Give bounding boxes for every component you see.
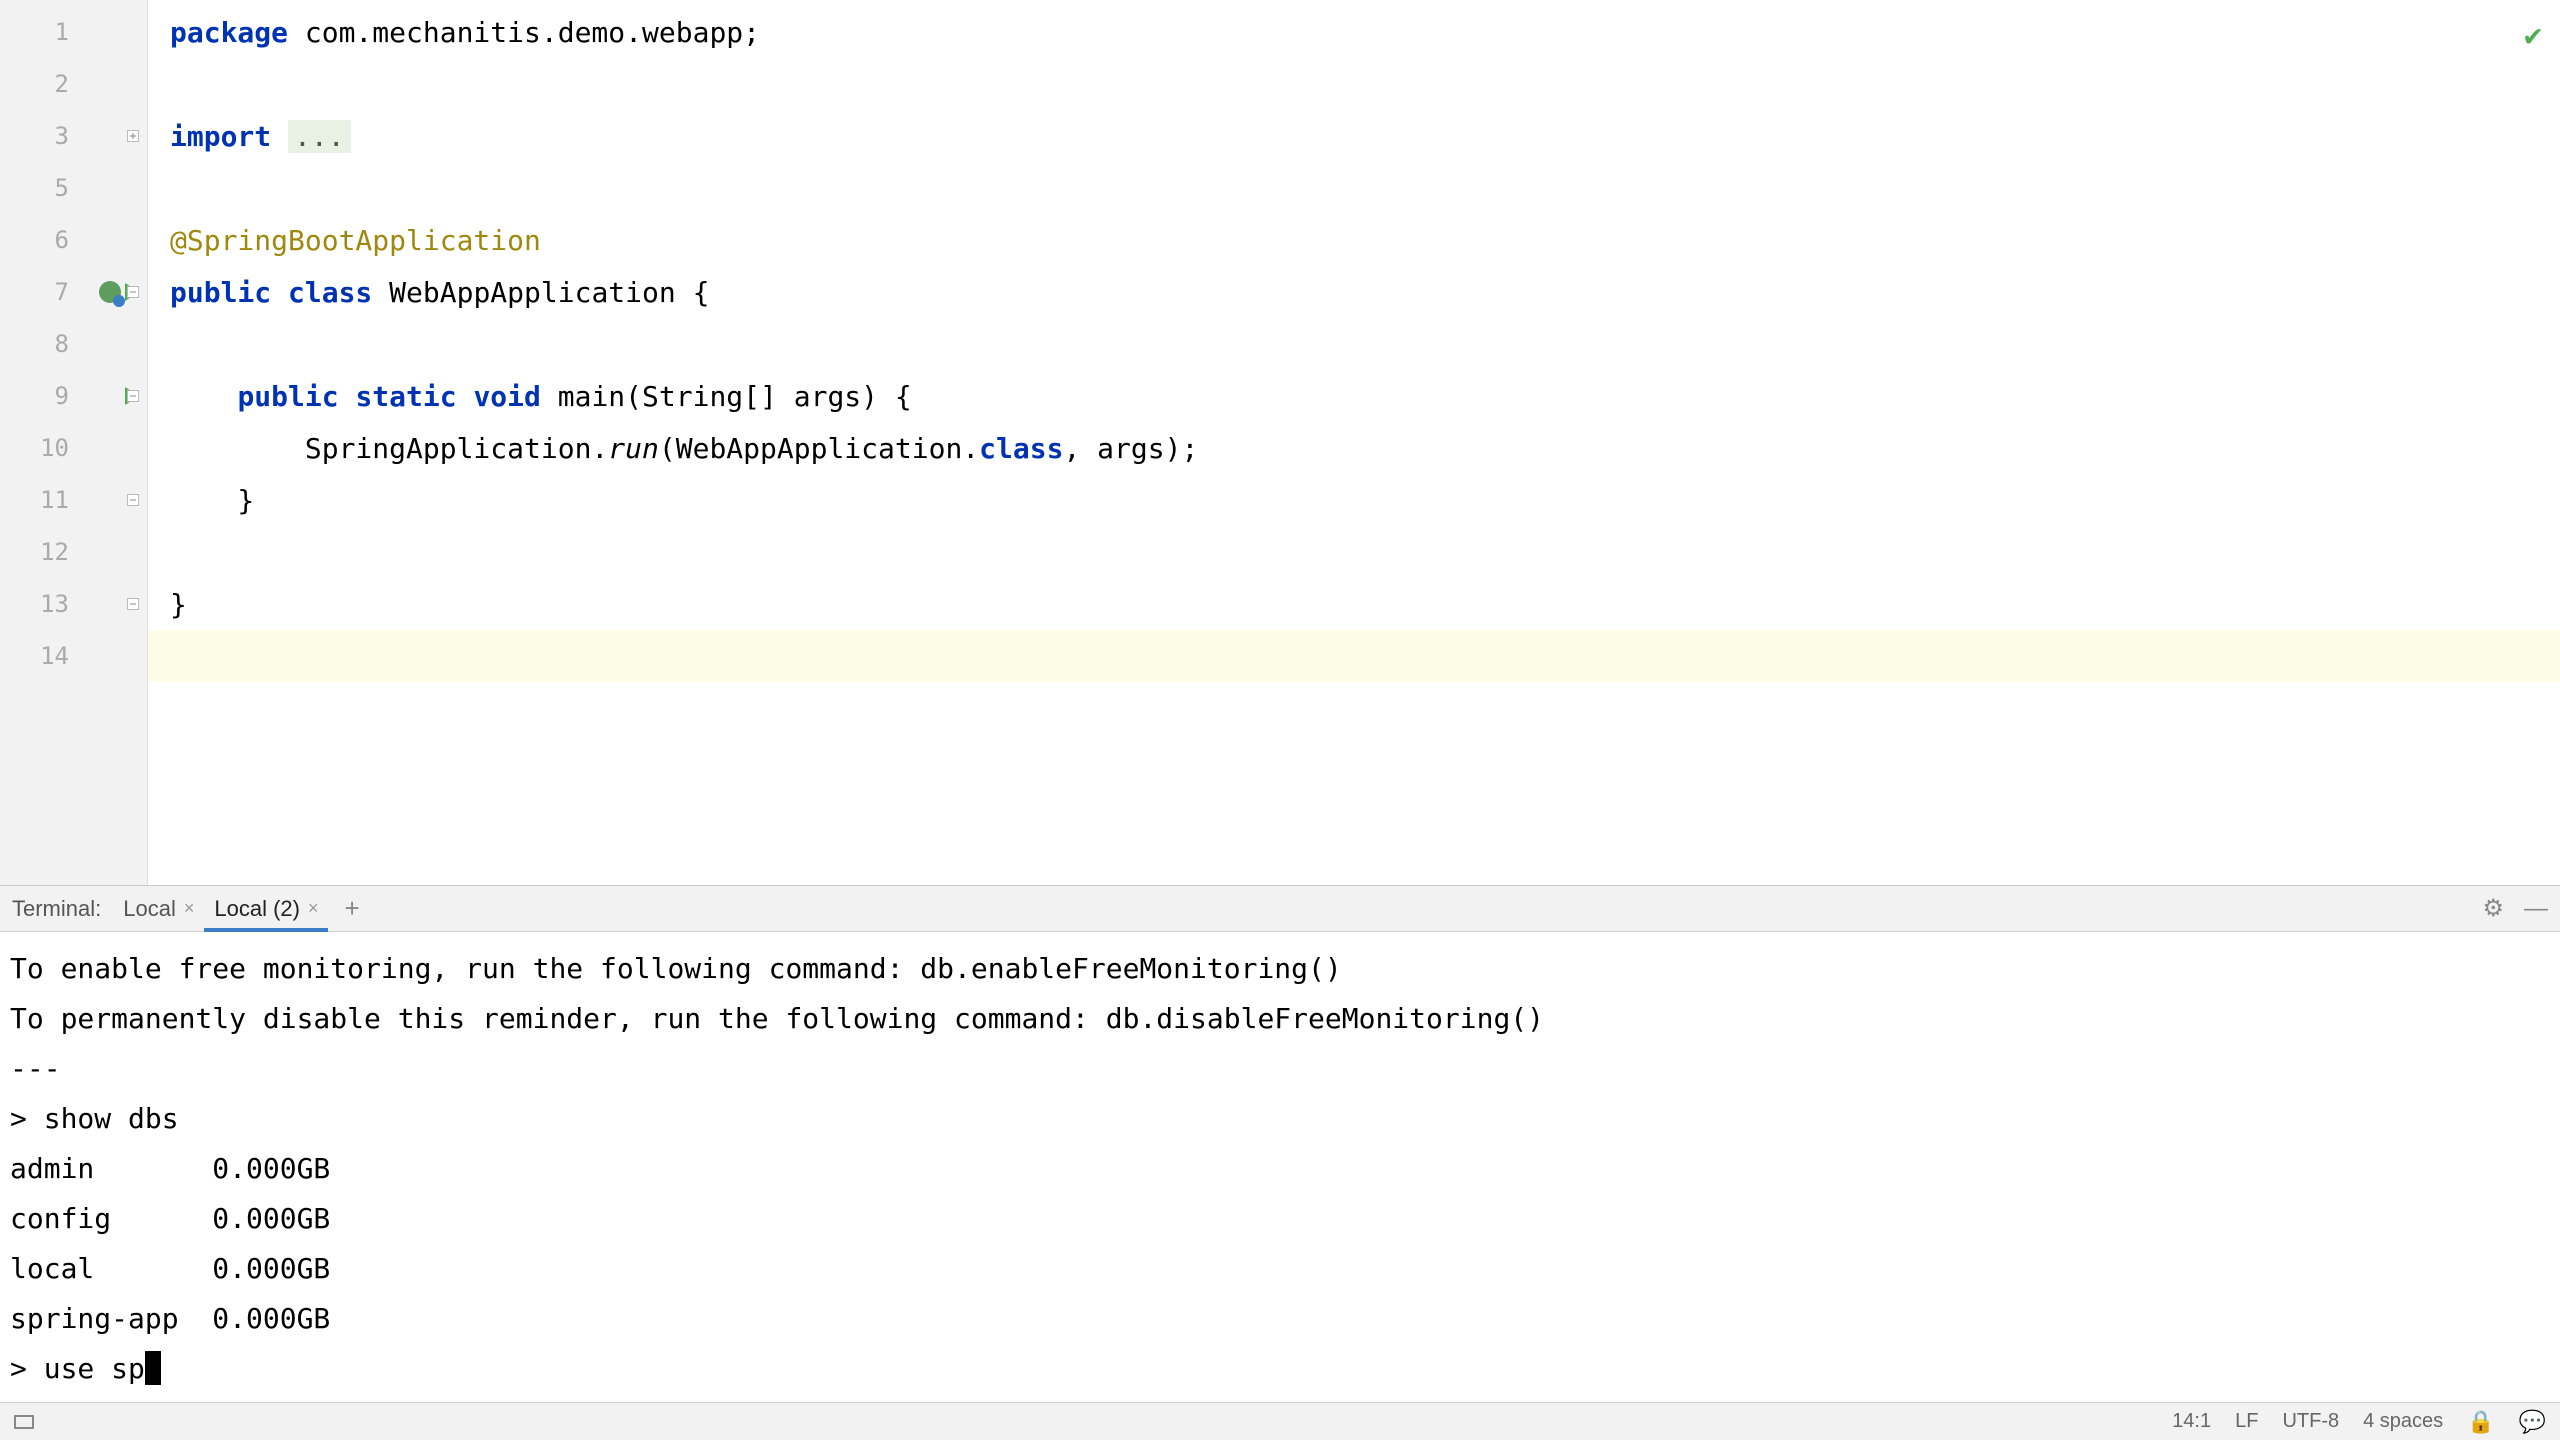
fold-handle-icon[interactable] — [127, 494, 139, 506]
code-editor[interactable]: 123567891011121314 ✔ package com.mechani… — [0, 0, 2560, 885]
code-area[interactable]: ✔ package com.mechanitis.demo.webapp; imp… — [148, 0, 2560, 885]
terminal-tab-bar: Terminal: Local×Local (2)× + ⚙ — — [0, 886, 2560, 932]
code-line[interactable]: public static void main(String[] args) { — [148, 370, 2560, 422]
close-icon[interactable]: × — [308, 898, 319, 919]
close-icon[interactable]: × — [184, 898, 195, 919]
indent-settings[interactable]: 4 spaces — [2363, 1410, 2443, 1433]
gutter: 123567891011121314 — [0, 0, 148, 885]
file-encoding[interactable]: UTF-8 — [2282, 1410, 2339, 1433]
line-number: 6 — [0, 214, 147, 266]
code-line[interactable]: package com.mechanitis.demo.webapp; — [148, 6, 2560, 58]
class-run-icon[interactable] — [99, 281, 121, 303]
code-line[interactable] — [148, 58, 2560, 110]
terminal-panel: Terminal: Local×Local (2)× + ⚙ — To enab… — [0, 885, 2560, 1402]
code-line[interactable]: } — [148, 578, 2560, 630]
code-line[interactable]: @SpringBootApplication — [148, 214, 2560, 266]
line-number: 13 — [0, 578, 147, 630]
code-line[interactable] — [148, 318, 2560, 370]
code-line[interactable]: } — [148, 474, 2560, 526]
terminal-tab[interactable]: Local (2)× — [204, 886, 328, 931]
line-number: 3 — [0, 110, 147, 162]
code-line[interactable]: public class WebAppApplication { — [148, 266, 2560, 318]
line-number: 12 — [0, 526, 147, 578]
code-line[interactable]: import ... — [148, 110, 2560, 162]
terminal-prompt-line[interactable]: > use sp — [10, 1344, 2550, 1394]
line-number: 11 — [0, 474, 147, 526]
fold-handle-icon[interactable] — [127, 598, 139, 610]
minimize-icon[interactable]: — — [2524, 895, 2548, 923]
tool-window-icon[interactable] — [14, 1415, 34, 1429]
feedback-icon[interactable]: 💬 — [2519, 1409, 2546, 1435]
code-line[interactable]: SpringApplication.run(WebAppApplication.… — [148, 422, 2560, 474]
lock-icon[interactable]: 🔒 — [2467, 1409, 2494, 1435]
terminal-cursor — [145, 1351, 161, 1385]
line-number: 7 — [0, 266, 147, 318]
line-separator[interactable]: LF — [2235, 1410, 2258, 1433]
fold-handle-icon[interactable] — [127, 390, 139, 402]
terminal-tab[interactable]: Local× — [113, 886, 204, 931]
gear-icon[interactable]: ⚙ — [2482, 894, 2504, 923]
line-number: 14 — [0, 630, 147, 682]
fold-handle-icon[interactable] — [127, 286, 139, 298]
code-line[interactable] — [148, 630, 2560, 682]
line-number: 5 — [0, 162, 147, 214]
code-line[interactable] — [148, 526, 2560, 578]
fold-handle-icon[interactable] — [127, 130, 139, 142]
inspection-ok-icon[interactable]: ✔ — [2524, 18, 2542, 53]
line-number: 1 — [0, 6, 147, 58]
line-number: 9 — [0, 370, 147, 422]
line-number: 8 — [0, 318, 147, 370]
line-number: 10 — [0, 422, 147, 474]
add-terminal-tab[interactable]: + — [328, 893, 375, 924]
caret-position[interactable]: 14:1 — [2172, 1410, 2211, 1433]
code-line[interactable] — [148, 162, 2560, 214]
line-number: 2 — [0, 58, 147, 110]
terminal-output[interactable]: To enable free monitoring, run the follo… — [0, 932, 2560, 1402]
status-bar: 14:1 LF UTF-8 4 spaces 🔒 💬 — [0, 1402, 2560, 1440]
terminal-label: Terminal: — [0, 896, 113, 922]
